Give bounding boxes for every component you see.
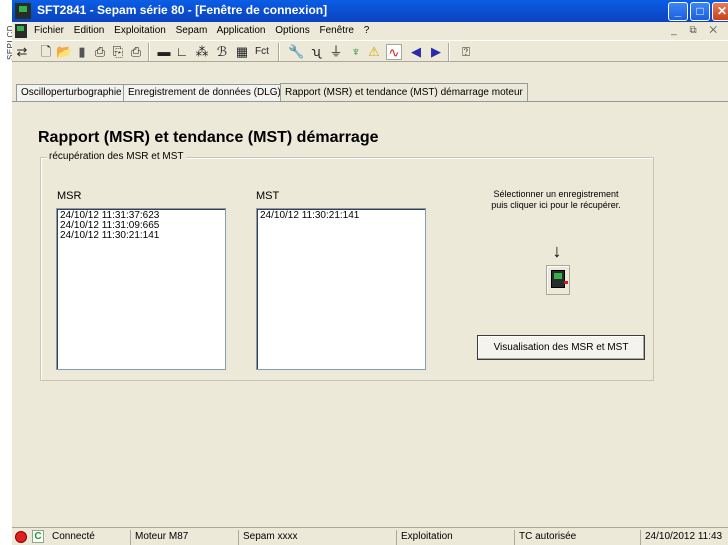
instruction-line-1: Sélectionner un enregistrement — [493, 189, 619, 199]
menu-bar: Fichier Edition Exploitation Sepam Appli… — [12, 22, 728, 40]
toolbar-separator — [148, 43, 150, 61]
title-bar[interactable]: SFT2841 - Sepam série 80 - [Fenêtre de c… — [12, 0, 728, 22]
mst-listbox[interactable]: 24/10/12 11:30:21:141 — [256, 208, 426, 370]
menu-application[interactable]: Application — [217, 25, 266, 36]
chart-icon[interactable]: ∟ — [174, 44, 190, 60]
app-window: SFT2841 - Sepam série 80 - [Fenêtre de c… — [12, 0, 728, 545]
minimize-button[interactable]: _ — [668, 2, 688, 21]
save-device-icon[interactable]: ▬ — [156, 44, 172, 60]
window-title: SFT2841 - Sepam série 80 - [Fenêtre de c… — [37, 3, 328, 17]
left-strip: SEPLCD — [0, 0, 15, 545]
status-mode: Exploitation — [396, 530, 453, 545]
menu-fichier[interactable]: Fichier — [34, 25, 64, 36]
connect-icon[interactable]: ⇄ — [14, 44, 30, 60]
print-setup-icon[interactable]: ⎙ — [128, 44, 144, 60]
back-icon[interactable]: ◀ — [408, 44, 424, 60]
fct-icon[interactable]: Fct — [252, 44, 272, 60]
warning-icon[interactable]: ⚠ — [366, 44, 382, 60]
msr-label: MSR — [57, 190, 82, 202]
view-msr-mst-button[interactable]: Visualisation des MSR et MST — [477, 335, 645, 360]
retrieval-groupbox: récupération des MSR et MST MSR 24/10/12… — [40, 151, 654, 381]
close-button[interactable]: ✕ — [712, 2, 728, 21]
maximize-button[interactable]: □ — [690, 2, 710, 21]
status-tc: TC autorisée — [514, 530, 576, 545]
tuning-fork-icon[interactable]: ʯ — [308, 44, 324, 60]
retrieve-button[interactable] — [546, 265, 570, 295]
menu-help[interactable]: ? — [364, 25, 370, 36]
print-icon[interactable]: ⎙ — [92, 44, 108, 60]
toolbar: ⇄ 🗋 📂 ▮ ⎙ ⎘ ⎙ ▬ ∟ ⁂ ℬ ▦ Fct 🔧 ʯ ⏚ ♆ ⚠ ∿ … — [12, 40, 728, 62]
status-datetime: 24/10/2012 11:43 — [640, 530, 722, 545]
tab-panel: Rapport (MSR) et tendance (MST) démarrag… — [12, 101, 728, 522]
app-icon[interactable] — [15, 3, 31, 19]
status-led-icon — [16, 532, 26, 542]
status-bar: C Connecté Moteur M87 Sepam xxxx Exploit… — [12, 527, 728, 545]
msr-listbox[interactable]: 24/10/12 11:31:37:623 24/10/12 11:31:09:… — [56, 208, 226, 370]
open-icon[interactable]: 📂 — [56, 44, 72, 60]
toolbar-separator — [278, 43, 280, 61]
menu-items: Fichier Edition Exploitation Sepam Appli… — [34, 25, 376, 36]
tab-msr-mst[interactable]: Rapport (MSR) et tendance (MST) démarrag… — [280, 83, 528, 101]
groupbox-label: récupération des MSR et MST — [47, 151, 186, 162]
menu-exploitation[interactable]: Exploitation — [114, 25, 166, 36]
mst-label: MST — [256, 190, 280, 202]
page-title: Rapport (MSR) et tendance (MST) démarrag… — [38, 129, 379, 146]
sepam-device-icon — [551, 270, 568, 288]
wrench-icon[interactable]: 🔧 — [288, 44, 304, 60]
arrow-down-icon: ↓ — [552, 241, 562, 261]
network-icon[interactable]: ⁂ — [194, 44, 210, 60]
status-motor: Moteur M87 — [130, 530, 188, 545]
grid-icon[interactable]: ▦ — [234, 44, 250, 60]
mst-list-item[interactable]: 24/10/12 11:30:21:141 — [260, 211, 422, 221]
menu-fenetre[interactable]: Fenêtre — [320, 25, 354, 36]
save-icon[interactable]: ▮ — [74, 44, 90, 60]
forward-icon[interactable]: ▶ — [428, 44, 444, 60]
tab-oscilloperturbographie[interactable]: Oscilloperturbographie — [16, 84, 127, 101]
menu-edition[interactable]: Edition — [74, 25, 105, 36]
tree-icon[interactable]: ♆ — [348, 44, 364, 60]
status-sepam: Sepam xxxx — [238, 530, 297, 545]
menu-options[interactable]: Options — [275, 25, 309, 36]
tab-dlg[interactable]: Enregistrement de données (DLG) — [123, 84, 286, 101]
help-icon[interactable]: ⍰ — [458, 44, 474, 60]
connected-icon: C — [32, 530, 44, 543]
instruction-line-2: puis cliquer ici pour le récupérer. — [491, 200, 621, 210]
mdi-controls[interactable]: _ ⧉ ✕ — [671, 25, 722, 36]
status-connection: Connecté — [52, 531, 95, 542]
menu-sepam[interactable]: Sepam — [176, 25, 208, 36]
toolbar-separator — [448, 43, 450, 61]
instruction-text: Sélectionner un enregistrement puis cliq… — [481, 189, 631, 211]
waveform-icon[interactable]: ∿ — [386, 44, 402, 60]
function-icon[interactable]: ℬ — [214, 44, 230, 60]
circuit-icon[interactable]: ⏚ — [328, 44, 344, 60]
print-preview-icon[interactable]: ⎘ — [110, 44, 126, 60]
new-icon[interactable]: 🗋 — [38, 44, 54, 60]
document-icon[interactable] — [15, 24, 27, 38]
tab-strip: Oscilloperturbographie Enregistrement de… — [12, 83, 728, 101]
msr-list-item[interactable]: 24/10/12 11:30:21:141 — [60, 231, 222, 241]
